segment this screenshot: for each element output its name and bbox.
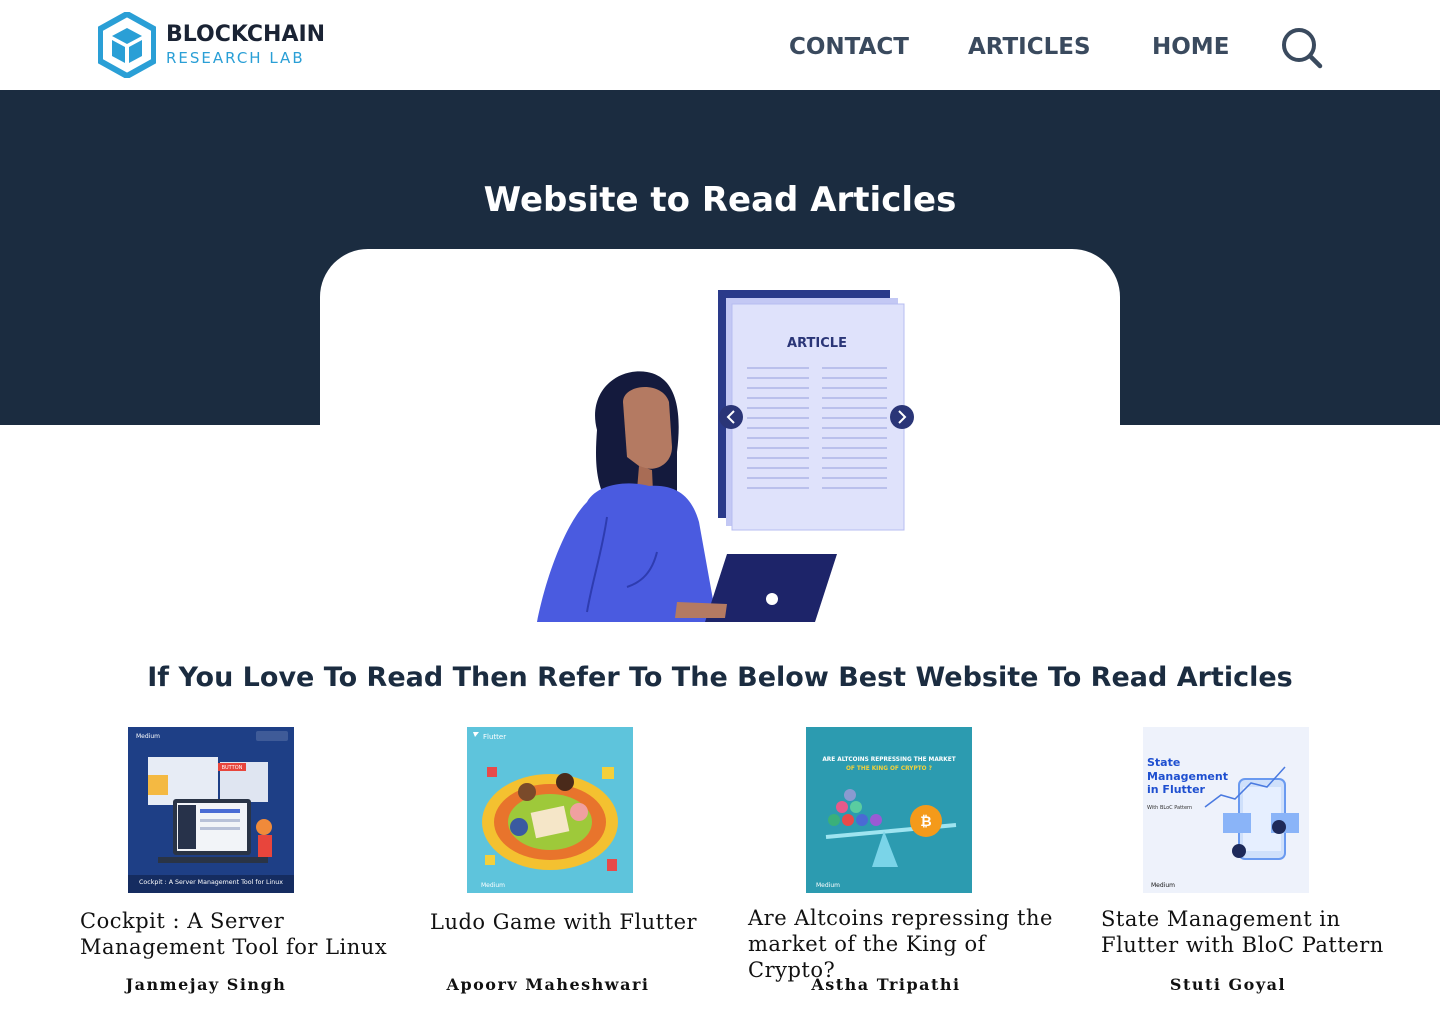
search-button[interactable] bbox=[1280, 26, 1324, 70]
article-thumbnail[interactable]: ARE ALTCOINS REPRESSING THE MARKET OF TH… bbox=[806, 727, 972, 893]
article-title-line: Ludo Game with Flutter bbox=[430, 910, 698, 934]
reading-woman-illustration: ARTICLE bbox=[537, 290, 914, 622]
article-title[interactable]: State Management in Flutter with BloC Pa… bbox=[1101, 906, 1401, 958]
article-title-line: Management Tool for Linux bbox=[80, 935, 388, 959]
article-title-line: Cockpit : A Server bbox=[80, 909, 285, 933]
svg-text:in Flutter: in Flutter bbox=[1147, 783, 1206, 796]
woman-hand bbox=[675, 602, 727, 618]
article-thumbnail-art: Flutter Medium bbox=[467, 727, 633, 893]
nav-contact-link[interactable]: CONTACT bbox=[789, 34, 909, 60]
document-heading: ARTICLE bbox=[787, 336, 847, 351]
brand-line1: BLOCKCHAIN bbox=[166, 22, 326, 47]
brand-line2: RESEARCH LAB bbox=[166, 49, 305, 67]
article-title[interactable]: Cockpit : A Server Management Tool for L… bbox=[80, 908, 400, 960]
svg-text:₿: ₿ bbox=[920, 814, 931, 830]
svg-text:Flutter: Flutter bbox=[483, 733, 506, 741]
article-author: Stuti Goyal bbox=[1169, 975, 1287, 994]
site-header: BLOCKCHAIN RESEARCH LAB CONTACT ARTICLES… bbox=[0, 0, 1440, 90]
article-thumbnail[interactable]: Medium BUTTON Cockpit : A Server Managem… bbox=[128, 727, 294, 893]
svg-text:BUTTON: BUTTON bbox=[222, 765, 243, 771]
hero-title: Website to Read Articles bbox=[483, 180, 957, 220]
svg-text:Cockpit : A Server Management: Cockpit : A Server Management Tool for L… bbox=[139, 879, 283, 886]
nav-home-link[interactable]: HOME bbox=[1152, 34, 1229, 60]
woman-face bbox=[623, 386, 672, 469]
carousel-next-button bbox=[890, 405, 914, 429]
article-title-line: Are Altcoins repressing the bbox=[748, 906, 1053, 930]
article-title[interactable]: Ludo Game with Flutter bbox=[430, 909, 710, 935]
article-thumbnail[interactable]: State Management in Flutter With BLoC Pa… bbox=[1143, 727, 1309, 893]
svg-text:Medium: Medium bbox=[481, 882, 505, 889]
svg-text:State: State bbox=[1147, 756, 1180, 769]
article-thumbnail-art: ARE ALTCOINS REPRESSING THE MARKET OF TH… bbox=[806, 727, 972, 893]
article-thumbnail-art: Medium BUTTON Cockpit : A Server Managem… bbox=[128, 727, 294, 893]
section-heading: If You Love To Read Then Refer To The Be… bbox=[147, 662, 1293, 693]
brand-logo[interactable]: BLOCKCHAIN RESEARCH LAB bbox=[98, 12, 325, 78]
carousel-prev-button bbox=[719, 405, 743, 429]
search-icon bbox=[1282, 28, 1323, 69]
svg-text:Medium: Medium bbox=[136, 733, 160, 740]
woman-body bbox=[537, 483, 717, 622]
article-author: Astha Tripathi bbox=[811, 975, 961, 994]
article-author: Janmejay Singh bbox=[125, 975, 287, 994]
article-author: Apoorv Maheshwari bbox=[446, 975, 650, 994]
article-title[interactable]: Are Altcoins repressing the market of th… bbox=[748, 905, 1078, 983]
svg-text:Management: Management bbox=[1147, 770, 1228, 783]
svg-text:Medium: Medium bbox=[816, 882, 840, 889]
svg-text:Medium: Medium bbox=[1151, 882, 1175, 889]
brand-name: BLOCKCHAIN RESEARCH LAB bbox=[166, 24, 325, 66]
cube-logo-icon bbox=[98, 12, 156, 78]
article-thumbnail[interactable]: Flutter Medium bbox=[467, 727, 633, 893]
svg-text:OF THE KING OF CRYPTO ?: OF THE KING OF CRYPTO ? bbox=[846, 766, 932, 772]
article-thumbnail-art: State Management in Flutter With BLoC Pa… bbox=[1143, 727, 1309, 893]
svg-text:With BLoC Pattern: With BLoC Pattern bbox=[1147, 805, 1192, 811]
svg-text:ARE ALTCOINS REPRESSING THE MA: ARE ALTCOINS REPRESSING THE MARKET bbox=[822, 757, 955, 763]
nav-articles-link[interactable]: ARTICLES bbox=[968, 34, 1091, 60]
article-title-line: State Management in bbox=[1101, 907, 1341, 931]
article-title-line: Flutter with BloC Pattern bbox=[1101, 933, 1384, 957]
